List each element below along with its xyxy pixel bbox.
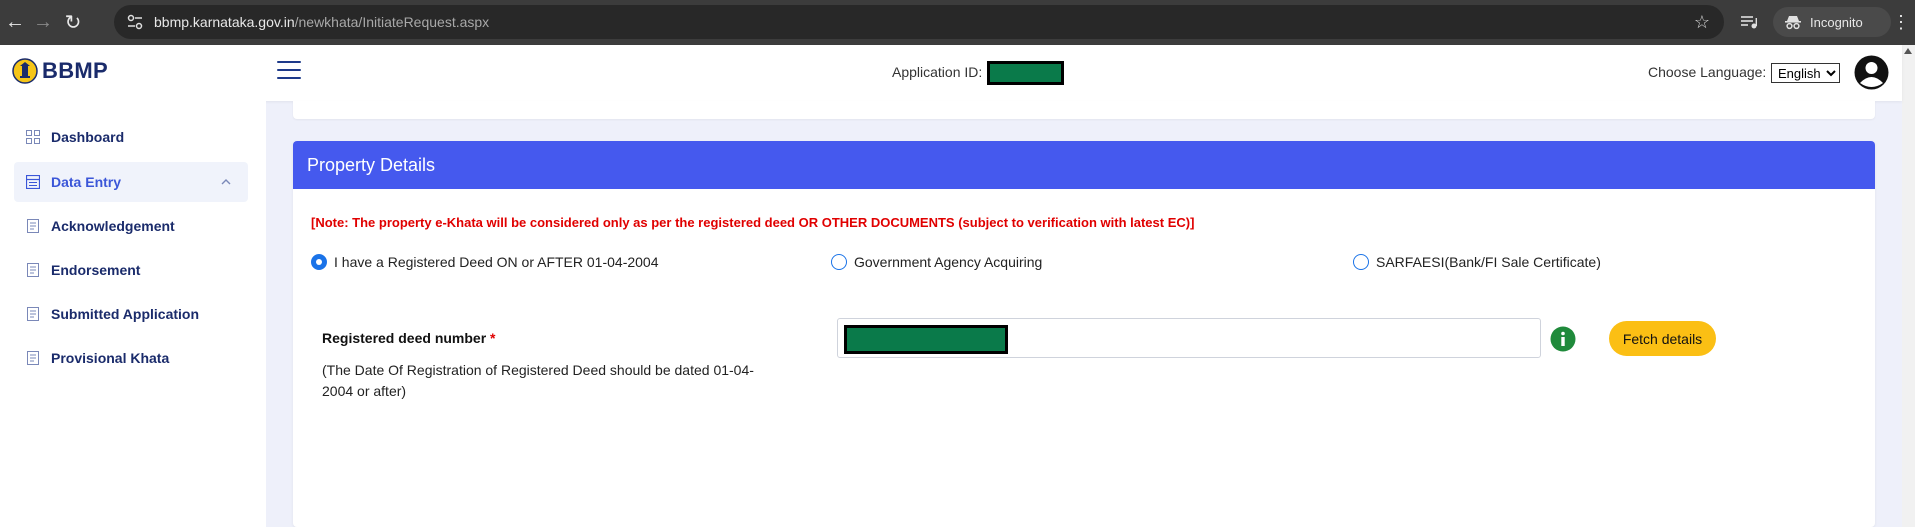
back-icon[interactable]: ←: [2, 9, 28, 35]
radio-sarfaesi[interactable]: SARFAESI(Bank/FI Sale Certificate): [1353, 254, 1601, 270]
radio-label: SARFAESI(Bank/FI Sale Certificate): [1376, 254, 1601, 270]
sidebar-item-label: Endorsement: [51, 262, 141, 278]
forward-icon[interactable]: →: [30, 9, 56, 35]
sidebar: Dashboard Data Entry Acknowledgement End…: [0, 101, 266, 527]
fetch-details-button[interactable]: Fetch details: [1609, 321, 1716, 356]
sidebar-item-dashboard[interactable]: Dashboard: [14, 117, 248, 157]
sidebar-item-label: Provisional Khata: [51, 350, 170, 366]
sidebar-item-provisional-khata[interactable]: Provisional Khata: [14, 338, 248, 378]
bbmp-logo[interactable]: BBMP: [12, 58, 108, 84]
star-icon[interactable]: ☆: [1694, 12, 1710, 33]
sidebar-item-label: Dashboard: [51, 129, 125, 145]
address-bar[interactable]: bbmp.karnataka.gov.in/newkhata/InitiateR…: [114, 5, 1724, 39]
incognito-icon: [1785, 16, 1801, 30]
browser-toolbar: ← → ↻ bbmp.karnataka.gov.in/newkhata/Ini…: [0, 0, 1915, 45]
radio-circle[interactable]: [831, 254, 847, 270]
radio-circle[interactable]: [1353, 254, 1369, 270]
deed-number-label: Registered deed number *: [322, 330, 496, 346]
document-icon: [27, 307, 39, 321]
sidebar-item-submitted-application[interactable]: Submitted Application: [14, 294, 248, 334]
deed-number-value: [844, 325, 1008, 354]
radio-government-agency[interactable]: Government Agency Acquiring: [831, 254, 1042, 270]
menu-kebab-icon[interactable]: ⋮: [1891, 9, 1911, 35]
sidebar-item-acknowledgement[interactable]: Acknowledgement: [14, 206, 248, 246]
info-icon[interactable]: [1550, 326, 1576, 352]
bbmp-emblem-icon: [12, 58, 38, 84]
sidebar-item-data-entry[interactable]: Data Entry: [14, 162, 248, 202]
site-info-icon[interactable]: [126, 13, 144, 31]
application-id-label: Application ID:: [892, 64, 983, 80]
property-details-header: Property Details: [293, 141, 1875, 189]
document-icon: [27, 263, 39, 277]
sidebar-item-label: Data Entry: [51, 174, 122, 190]
brand-name: BBMP: [42, 58, 108, 83]
required-asterisk: *: [490, 330, 496, 346]
choose-language-label: Choose Language:: [1648, 64, 1767, 80]
document-icon: [27, 219, 39, 233]
url-text: bbmp.karnataka.gov.in/newkhata/InitiateR…: [154, 14, 489, 30]
url-host: bbmp.karnataka.gov.in: [154, 14, 295, 30]
property-details-card: Property Details [Note: The property e-K…: [293, 141, 1875, 527]
data-entry-icon: [26, 175, 40, 189]
sidebar-item-label: Acknowledgement: [51, 218, 175, 234]
previous-section-card: [293, 101, 1875, 119]
document-icon: [27, 351, 39, 365]
radio-label: Government Agency Acquiring: [854, 254, 1043, 270]
scroll-up-icon[interactable]: [1904, 48, 1912, 54]
incognito-badge[interactable]: Incognito: [1773, 7, 1891, 37]
user-avatar-icon[interactable]: [1854, 55, 1889, 90]
deed-number-label-text: Registered deed number: [322, 330, 487, 346]
incognito-label: Incognito: [1810, 15, 1863, 30]
page-scrollbar[interactable]: [1902, 45, 1915, 527]
ekhata-note: [Note: The property e-Khata will be cons…: [311, 215, 1195, 230]
sidebar-item-endorsement[interactable]: Endorsement: [14, 250, 248, 290]
dashboard-grid-icon: [26, 130, 40, 144]
reload-icon[interactable]: ↻: [60, 9, 86, 35]
radio-label: I have a Registered Deed ON or AFTER 01-…: [334, 254, 659, 270]
app-header: BBMP Application ID: Choose Language: En…: [0, 45, 1902, 101]
media-icon[interactable]: [1738, 11, 1760, 33]
radio-registered-deed[interactable]: I have a Registered Deed ON or AFTER 01-…: [311, 254, 659, 270]
radio-circle-checked[interactable]: [311, 254, 327, 270]
sidebar-item-label: Submitted Application: [51, 306, 200, 322]
application-id-value: [987, 61, 1064, 85]
hamburger-menu-icon[interactable]: [277, 61, 301, 83]
chevron-up-icon[interactable]: [220, 176, 232, 188]
deed-date-help: (The Date Of Registration of Registered …: [322, 362, 754, 399]
language-select[interactable]: English: [1771, 63, 1840, 83]
url-path: /newkhata/InitiateRequest.aspx: [294, 14, 490, 30]
section-title: Property Details: [307, 155, 436, 175]
